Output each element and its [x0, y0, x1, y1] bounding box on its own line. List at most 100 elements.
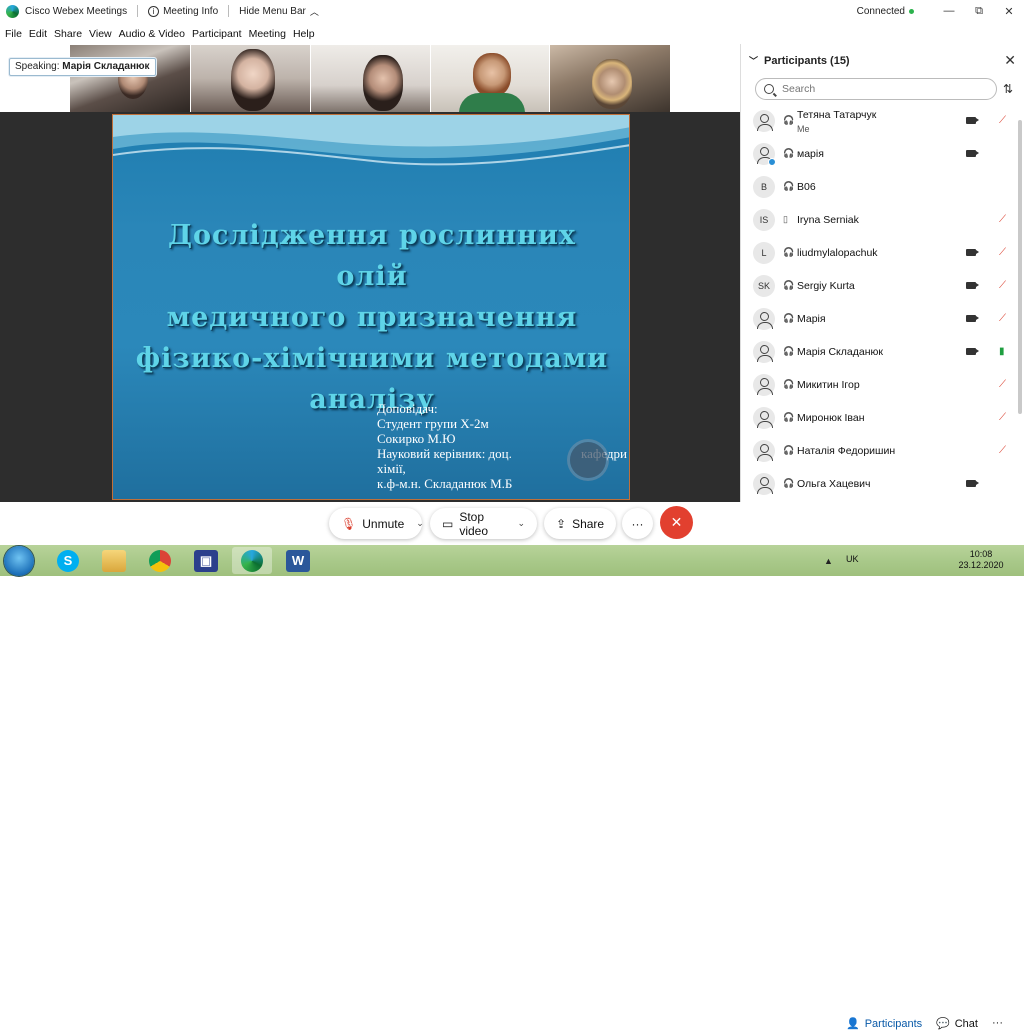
- hide-menu-bar-label: Hide Menu Bar: [239, 5, 306, 17]
- participant-row[interactable]: 🎧 Миронюк Іван ⟋: [741, 401, 1024, 434]
- webex-logo-icon: [6, 4, 19, 18]
- participant-name: Наталія Федоришин: [797, 444, 896, 457]
- participant-row[interactable]: 🎧 Марія Складанюк ▮: [741, 335, 1024, 368]
- chat-button[interactable]: 💬 Chat: [936, 1017, 978, 1030]
- participant-row[interactable]: 🎧 Микитин Ігор ⟋: [741, 368, 1024, 401]
- camera-icon[interactable]: [966, 282, 979, 289]
- person-icon: [756, 114, 773, 131]
- camera-icon[interactable]: [966, 315, 979, 322]
- camera-icon[interactable]: [966, 480, 979, 487]
- menu-share[interactable]: Share: [54, 28, 82, 40]
- close-panel-button[interactable]: ✕: [1004, 52, 1016, 69]
- taskbar-webex[interactable]: [232, 547, 272, 574]
- taskbar-skype[interactable]: S: [48, 547, 88, 574]
- menu-edit[interactable]: Edit: [29, 28, 47, 40]
- chevron-down-icon[interactable]: ⌄: [416, 518, 424, 529]
- meeting-info-button[interactable]: i Meeting Info: [148, 5, 218, 17]
- mic-muted-icon[interactable]: ⟋: [999, 445, 1006, 456]
- chevron-down-icon[interactable]: ⌄: [517, 518, 525, 529]
- participant-name: B06: [797, 180, 816, 193]
- menu-audio-video[interactable]: Audio & Video: [119, 28, 185, 40]
- camera-icon[interactable]: [966, 117, 979, 124]
- panel-more-button[interactable]: ···: [992, 1017, 1003, 1029]
- close-window-button[interactable]: ✕: [994, 5, 1024, 18]
- headset-icon: 🎧: [783, 181, 795, 191]
- participant-row[interactable]: 🎧 Ольга Хацевич: [741, 467, 1024, 500]
- participant-row[interactable]: L 🎧 liudmylalopachuk ⟋: [741, 236, 1024, 269]
- participant-row[interactable]: 🎧 марія: [741, 137, 1024, 170]
- mic-muted-icon[interactable]: ⟋: [999, 313, 1006, 324]
- menu-help[interactable]: Help: [293, 28, 315, 40]
- more-options-button[interactable]: ···: [622, 508, 653, 539]
- participant-name: Iryna Serniak: [797, 213, 859, 226]
- mic-muted-icon[interactable]: ⟋: [999, 247, 1006, 258]
- participant-row[interactable]: 🎧 Марія ⟋: [741, 302, 1024, 335]
- word-icon: W: [286, 549, 310, 572]
- taskbar-chrome[interactable]: [140, 547, 180, 574]
- stop-video-button[interactable]: ▭ Stop video ⌄: [430, 508, 537, 539]
- mic-muted-icon[interactable]: ⟋: [999, 280, 1006, 291]
- participants-toggle-button[interactable]: 👤 Participants: [846, 1017, 922, 1030]
- menu-file[interactable]: File: [5, 28, 22, 40]
- windows-taskbar: S ▣ W: [0, 545, 1024, 576]
- participant-name: Ольга Хацевич: [797, 477, 871, 490]
- video-thumbnail[interactable]: [191, 45, 310, 112]
- mic-muted-icon[interactable]: ⟋: [999, 214, 1006, 225]
- windows-start-button[interactable]: [4, 546, 34, 576]
- participant-row[interactable]: B 🎧 B06: [741, 170, 1024, 203]
- participant-row[interactable]: IS ▯ Iryna Serniak ⟋: [741, 203, 1024, 236]
- taskbar-word[interactable]: W: [278, 547, 318, 574]
- divider: [137, 5, 139, 17]
- mic-muted-icon[interactable]: ⟋: [999, 412, 1006, 423]
- chat-label: Chat: [954, 1017, 978, 1030]
- avatar-initials: B: [760, 181, 767, 192]
- video-thumbnail[interactable]: [70, 45, 190, 112]
- menu-participant[interactable]: Participant: [192, 28, 242, 40]
- participant-row[interactable]: 🎧 Тетяна Татарчук Me ⟋: [741, 104, 1024, 137]
- tray-expand-icon[interactable]: ▲: [824, 556, 833, 566]
- search-field[interactable]: [755, 78, 997, 100]
- sort-icon[interactable]: ⇅: [1003, 82, 1013, 96]
- leave-meeting-button[interactable]: ✕: [660, 506, 693, 539]
- participants-panel-header[interactable]: ﹀ Participants (15): [749, 54, 850, 67]
- taskbar-clock[interactable]: 10:08 23.12.2020: [956, 549, 1006, 571]
- participant-name: Тетяна Татарчук: [797, 109, 877, 121]
- taskbar-explorer[interactable]: [94, 547, 134, 574]
- slide-author-line: к.ф-м.н. Складанюк М.Б: [377, 476, 513, 491]
- participant-row[interactable]: SK 🎧 Sergiy Kurta ⟋: [741, 269, 1024, 302]
- camera-icon[interactable]: [966, 150, 979, 157]
- menu-meeting[interactable]: Meeting: [249, 28, 286, 40]
- mic-muted-icon[interactable]: ⟋: [999, 379, 1006, 390]
- restore-button[interactable]: ⧉: [964, 5, 994, 18]
- share-button[interactable]: ⇪ Share: [544, 508, 616, 539]
- menu-view[interactable]: View: [89, 28, 112, 40]
- clock-date: 23.12.2020: [958, 560, 1004, 570]
- chrome-icon: [149, 549, 171, 572]
- person-icon: [756, 411, 773, 428]
- chevron-up-icon: ︿: [309, 6, 319, 17]
- minimize-button[interactable]: —: [934, 5, 964, 17]
- unmute-label: Unmute: [362, 516, 405, 531]
- avatar: [753, 373, 775, 396]
- participant-name: Sergiy Kurta: [797, 279, 855, 292]
- mic-muted-icon[interactable]: ⟋: [999, 115, 1006, 126]
- participant-name: марія: [797, 147, 824, 160]
- camera-icon[interactable]: [966, 249, 979, 256]
- avatar: [753, 340, 775, 363]
- language-indicator[interactable]: UK: [846, 554, 859, 564]
- video-thumbnail[interactable]: [431, 45, 549, 112]
- panel-scrollbar[interactable]: [1018, 120, 1022, 414]
- avatar: [753, 109, 775, 132]
- participant-row[interactable]: 🎧 Наталія Федоришин ⟋: [741, 434, 1024, 467]
- search-input[interactable]: [782, 83, 982, 95]
- taskbar-save-app[interactable]: ▣: [186, 547, 226, 574]
- video-thumbnail[interactable]: [311, 45, 430, 112]
- slide-author-line: Студент групи Х-2м: [377, 416, 489, 431]
- mic-active-icon[interactable]: ▮: [999, 346, 1005, 357]
- person-icon: [756, 477, 773, 494]
- unmute-button[interactable]: 🎙 Unmute ⌄: [329, 508, 424, 539]
- participant-sublabel: Me: [797, 124, 810, 134]
- camera-icon[interactable]: [966, 348, 979, 355]
- hide-menu-bar-button[interactable]: Hide Menu Bar ︿: [239, 5, 319, 18]
- video-thumbnail[interactable]: [550, 45, 670, 112]
